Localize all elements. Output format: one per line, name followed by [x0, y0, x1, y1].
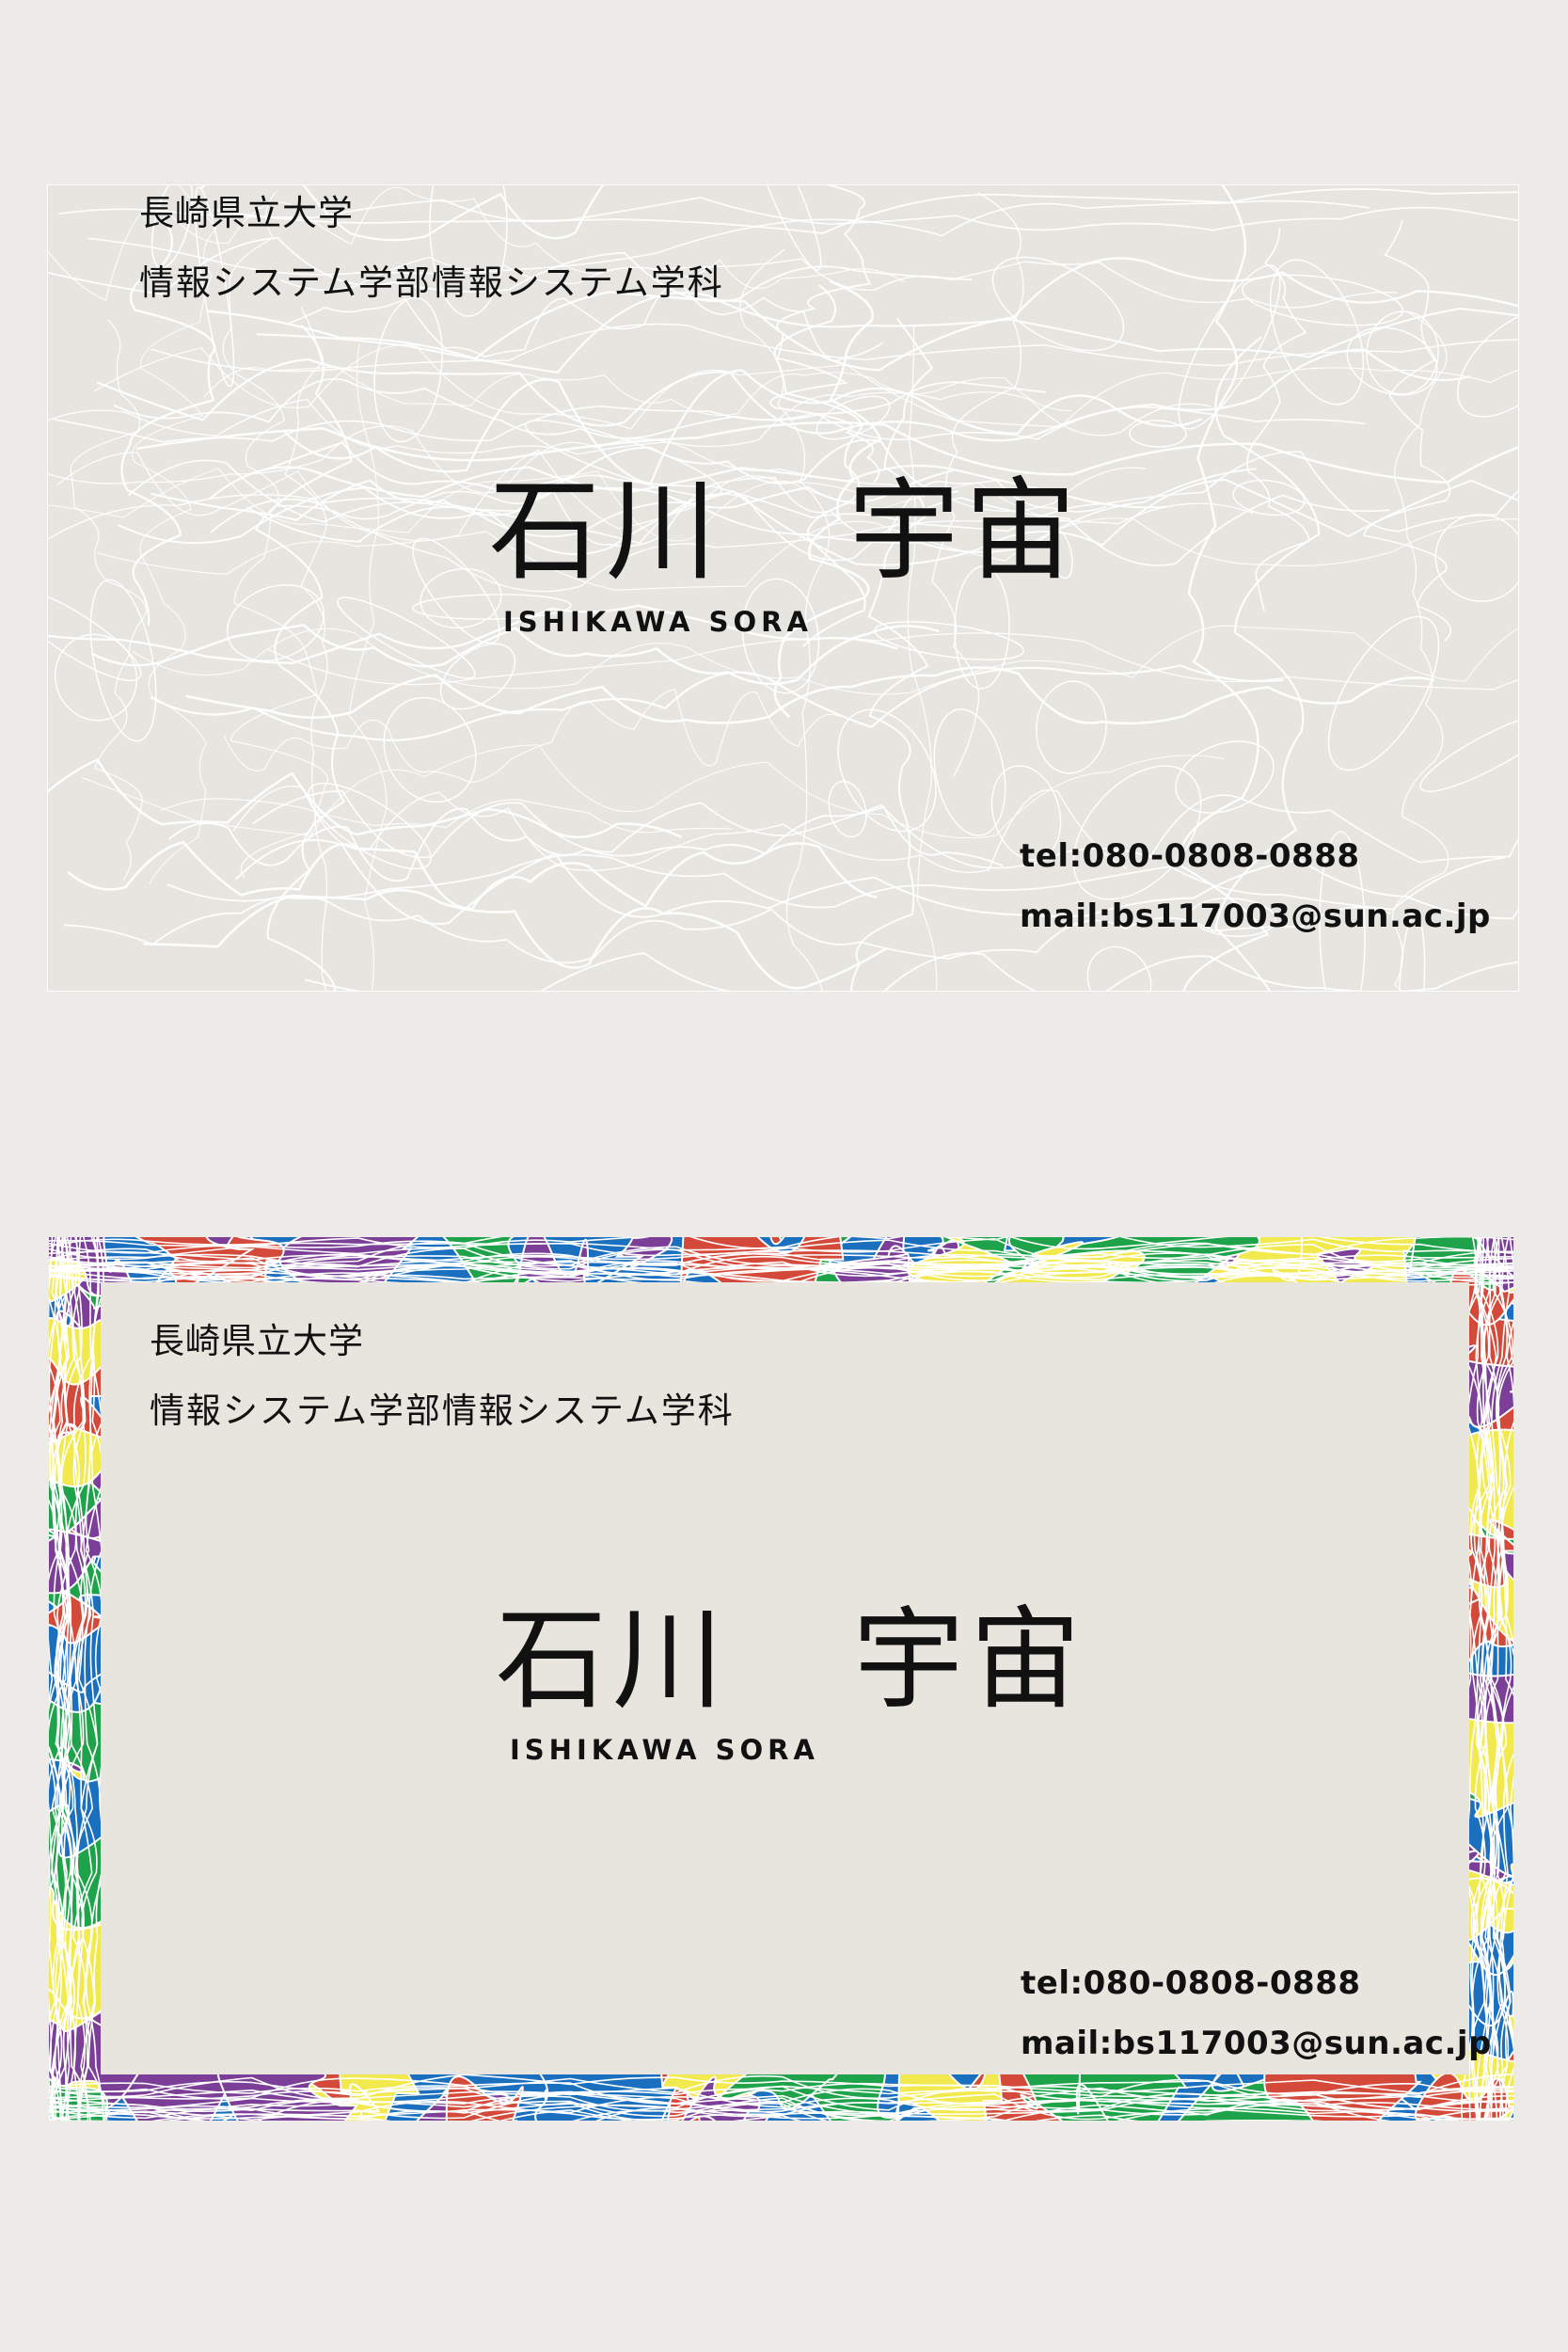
given-name: 宇宙 [853, 1595, 1087, 1724]
name-romanized: ISHIKAWA SORA [503, 606, 813, 638]
business-card-contour: 長崎県立大学 情報システム学部情報システム学科 石川 宇宙 ISHIKAWA S… [47, 184, 1519, 992]
given-name: 宇宙 [848, 466, 1083, 596]
card-inner-panel: 長崎県立大学 情報システム学部情報システム学科 石川 宇宙 ISHIKAWA S… [101, 1282, 1491, 2074]
tel-text: tel:080-0808-0888 [1020, 837, 1360, 875]
department-label: 情報システム学部情報システム学科 [139, 262, 724, 303]
department-label: 情報システム学部情報システム学科 [150, 1391, 735, 1431]
name-romanized: ISHIKAWA SORA [510, 1734, 819, 1766]
family-name: 石川 [489, 466, 723, 596]
business-card-colorful: 長崎県立大学 情報システム学部情報システム学科 石川 宇宙 ISHIKAWA S… [49, 1237, 1513, 2121]
family-name: 石川 [496, 1595, 730, 1724]
mail-text: mail:bs117003@sun.ac.jp [1020, 898, 1491, 935]
tel-text: tel:080-0808-0888 [1021, 1964, 1361, 2002]
mail-text: mail:bs117003@sun.ac.jp [1021, 2025, 1492, 2062]
university-label: 長崎県立大学 [150, 1321, 364, 1361]
university-label: 長崎県立大学 [139, 193, 354, 233]
